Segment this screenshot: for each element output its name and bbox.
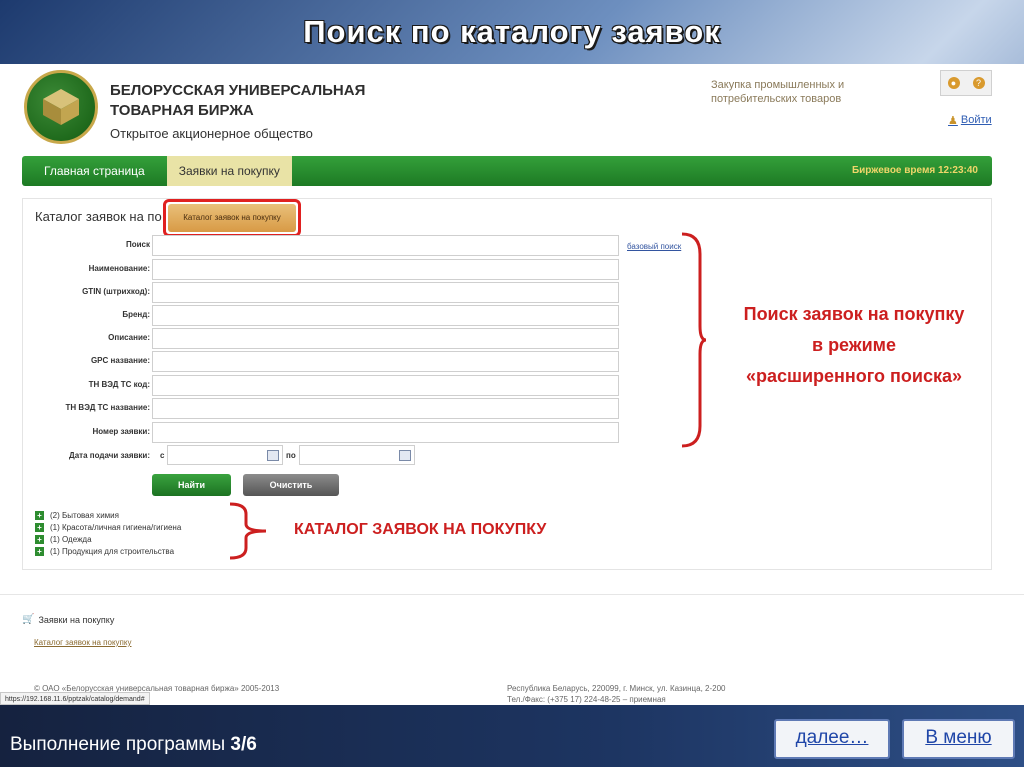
label-tnved-name: ТН ВЭД ТС название:	[65, 403, 150, 412]
calendar-icon[interactable]	[267, 450, 279, 461]
basic-search-link[interactable]: базовый поиск	[627, 242, 681, 251]
org-subtitle: Открытое акционерное общество	[110, 126, 313, 141]
catalog-item[interactable]: + (1) Красота/личная гигиена/гигиена	[35, 523, 181, 532]
phone-line: Тел./Факс: (+375 17) 224-48-25 – приемна…	[507, 695, 666, 704]
next-button[interactable]: далее…	[774, 719, 890, 759]
footer-section-label: Заявки на покупку	[38, 614, 115, 625]
search-annotation: Поиск заявок на покупку в режиме «расшир…	[706, 299, 1002, 392]
progress-indicator: Выполнение программы 3/6	[10, 734, 257, 756]
login-link-label: Войти	[960, 114, 992, 126]
date-to-label: по	[286, 451, 296, 460]
globe-icon[interactable]: ●	[947, 77, 960, 89]
footer-catalog-link[interactable]: Каталог заявок на покупку	[34, 638, 131, 647]
brand-field[interactable]	[152, 305, 619, 326]
page-title: Каталог заявок на по	[35, 209, 162, 224]
catalog-item-label: (1) Одежда	[50, 535, 92, 544]
search-brace	[681, 232, 707, 448]
help-icon[interactable]: ?	[972, 77, 985, 89]
label-tnved-code: ТН ВЭД ТС код:	[88, 380, 150, 389]
catalog-annotation: КАТАЛОГ ЗАЯВОК НА ПОКУПКУ	[294, 521, 547, 538]
tnved-code-field[interactable]	[152, 375, 619, 396]
label-gpc: GPC название:	[90, 356, 150, 365]
slide-footer: Выполнение программы 3/6 далее… В меню	[0, 705, 1024, 767]
calendar-icon[interactable]	[399, 450, 411, 461]
label-date: Дата подачи заявки:	[69, 451, 150, 460]
gtin-field[interactable]	[152, 282, 619, 303]
label-search: Поиск	[125, 240, 150, 249]
footer-address: Республика Беларусь, 220099, г. Минск, у…	[507, 683, 725, 705]
clear-button[interactable]: Очистить	[243, 474, 339, 496]
expand-icon[interactable]: +	[35, 547, 44, 556]
label-description: Описание:	[108, 333, 150, 342]
org-name-line1: БЕЛОРУССКАЯ УНИВЕРСАЛЬНАЯ	[110, 82, 366, 99]
browser-screenshot: БЕЛОРУССКАЯ УНИВЕРСАЛЬНАЯ ТОВАРНАЯ БИРЖА…	[0, 64, 1024, 705]
org-name: БЕЛОРУССКАЯ УНИВЕРСАЛЬНАЯ ТОВАРНАЯ БИРЖА	[110, 81, 380, 121]
cart-icon: 🛒	[22, 614, 35, 625]
expand-icon[interactable]: +	[35, 535, 44, 544]
date-from-label: с	[160, 451, 165, 460]
expand-icon[interactable]: +	[35, 523, 44, 532]
catalog-brace	[229, 502, 267, 560]
catalog-item-label: (2) Бытовая химия	[50, 511, 119, 520]
catalog-item[interactable]: + (1) Одежда	[35, 535, 92, 544]
label-request-number: Номер заявки:	[92, 427, 150, 436]
date-to-field[interactable]	[299, 445, 415, 465]
nav-item-purchase-requests[interactable]: Заявки на покупку	[166, 156, 292, 186]
label-gtin: GTIN (штрихкод):	[82, 287, 150, 296]
language-switcher[interactable]: ● ?	[940, 70, 992, 96]
menu-button[interactable]: В меню	[902, 719, 1015, 759]
catalog-item-label: (1) Красота/личная гигиена/гигиена	[50, 523, 182, 532]
org-name-line2: ТОВАРНАЯ БИРЖА	[110, 102, 254, 119]
footer-divider	[0, 594, 1024, 595]
find-button[interactable]: Найти	[152, 474, 231, 496]
exchange-logo[interactable]	[24, 70, 98, 144]
main-nav: Главная страница Заявки на покупку Бирже…	[22, 156, 992, 186]
date-from-field[interactable]	[167, 445, 283, 465]
status-bar-url: https://192.168.11.6/pptzak/catalog/dema…	[0, 692, 150, 705]
search-annotation-line2: в режиме	[812, 335, 896, 355]
label-name: Наименование:	[88, 264, 150, 273]
address-line: Республика Беларусь, 220099, г. Минск, у…	[507, 684, 726, 693]
exchange-time: Биржевое время 12:23:40	[851, 165, 978, 176]
catalog-item[interactable]: + (2) Бытовая химия	[35, 511, 119, 520]
expand-icon[interactable]: +	[35, 511, 44, 520]
progress-label: Выполнение программы	[10, 734, 226, 755]
search-annotation-line3: «расширенного поиска»	[745, 366, 963, 386]
site-description: Закупка промышленных и потребительских т…	[711, 79, 845, 105]
search-input[interactable]	[152, 235, 619, 256]
tnved-name-field[interactable]	[152, 398, 619, 419]
footer-section-title: 🛒 Заявки на покупку	[22, 614, 114, 625]
name-field[interactable]	[152, 259, 619, 280]
submenu-item-catalog[interactable]: Каталог заявок на покупку	[168, 204, 296, 232]
catalog-item-label: (1) Продукция для строительства	[50, 547, 175, 556]
catalog-item[interactable]: + (1) Продукция для строительства	[35, 547, 174, 556]
description-field[interactable]	[152, 328, 619, 349]
search-annotation-line1: Поиск заявок на покупку	[743, 304, 965, 324]
progress-value: 3/6	[230, 734, 257, 755]
user-icon: ♟	[948, 115, 958, 127]
gpc-field[interactable]	[152, 351, 619, 372]
request-number-field[interactable]	[152, 422, 619, 443]
submenu-dropdown: Каталог заявок на покупку	[163, 199, 301, 237]
slide-title: Поиск по каталогу заявок	[303, 14, 721, 49]
label-brand: Бренд:	[122, 310, 150, 319]
nav-item-home[interactable]: Главная страница	[22, 156, 167, 186]
login-link[interactable]: ♟ Войти	[948, 114, 992, 127]
